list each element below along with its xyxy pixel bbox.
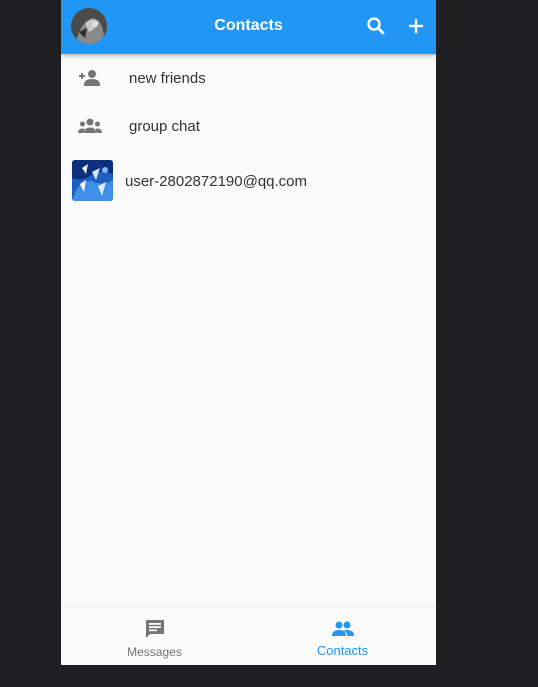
contacts-list: new friends group chat user-2802872190@q… <box>61 54 436 218</box>
group-icon <box>77 114 103 138</box>
list-item-new-friends[interactable]: new friends <box>61 54 436 102</box>
tab-messages[interactable]: Messages <box>61 607 248 665</box>
tab-messages-label: Messages <box>127 645 182 659</box>
app-bar: Contacts <box>61 0 436 54</box>
bottom-navigation: Messages Contacts <box>61 606 436 665</box>
plus-icon[interactable] <box>404 14 428 38</box>
search-icon[interactable] <box>364 14 388 38</box>
tab-contacts-label: Contacts <box>316 643 369 658</box>
list-item-label: new friends <box>129 70 206 87</box>
chat-icon <box>143 617 167 641</box>
app-window: Contacts new friends group chat user-280… <box>61 0 436 665</box>
list-item-label: group chat <box>129 118 200 135</box>
contact-name: user-2802872190@qq.com <box>125 173 308 190</box>
contact-item[interactable]: user-2802872190@qq.com <box>61 150 436 218</box>
list-item-group-chat[interactable]: group chat <box>61 102 436 150</box>
contact-avatar <box>72 160 113 201</box>
people-icon <box>331 617 355 641</box>
person-add-icon <box>77 66 103 90</box>
tab-contacts[interactable]: Contacts <box>249 607 436 665</box>
